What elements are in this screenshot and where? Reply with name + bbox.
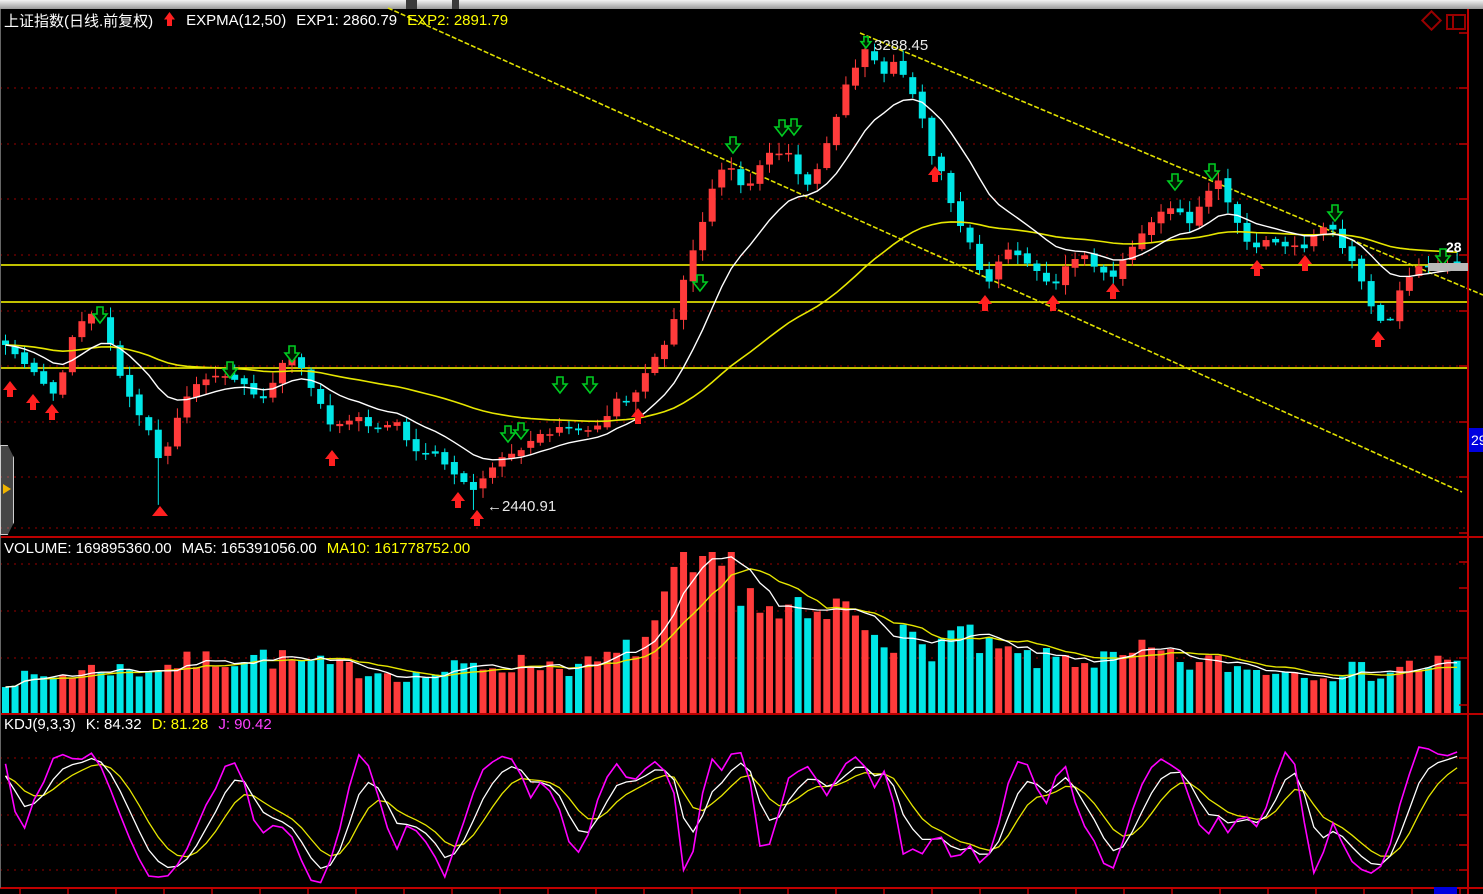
current-price-marker: [1428, 263, 1468, 271]
sell-signal-arrow: [501, 426, 515, 442]
trading-app-window: 上证指数(日线.前复权) EXPMA(12,50) EXP1: 2860.79 …: [0, 0, 1483, 894]
expma-layer: [6, 99, 1458, 459]
buy-signal-arrow: [1371, 331, 1385, 347]
sell-signal-arrow: [1328, 205, 1342, 221]
buy-signal-arrow: [1298, 255, 1312, 271]
kdj-label: KDJ(9,3,3): [4, 716, 76, 733]
sell-signal-arrow: [861, 37, 871, 48]
volume-layer: [2, 543, 1461, 713]
buy-signal-arrow: [451, 492, 465, 508]
kdj-k-value: K: 84.32: [86, 716, 142, 733]
exp1-value: EXP1: 2860.79: [296, 12, 397, 29]
volume-header: VOLUME: 169895360.00 MA5: 165391056.00 M…: [4, 540, 470, 557]
reference-lines-layer: [0, 8, 1483, 492]
sell-signal-arrow: [553, 377, 567, 393]
exp2-value: EXP2: 2891.79: [407, 12, 508, 29]
main-chart-header: 上证指数(日线.前复权) EXPMA(12,50) EXP1: 2860.79 …: [4, 10, 508, 31]
signals-layer: [3, 37, 1450, 526]
grid-layer: [0, 88, 1468, 870]
volume-value: VOLUME: 169895360.00: [4, 540, 172, 557]
volume-ma10-value: MA10: 161778752.00: [327, 540, 470, 557]
sell-signal-arrow: [583, 377, 597, 393]
buy-signal-arrow: [1046, 295, 1060, 311]
kdj-header: KDJ(9,3,3) K: 84.32 D: 81.28 J: 90.42: [4, 716, 272, 733]
axis-price-tag: 29: [1469, 428, 1483, 452]
kdj-d-value: D: 81.28: [152, 716, 209, 733]
volume-ma5-value: MA5: 165391056.00: [182, 540, 317, 557]
expander-arrow-icon: [3, 484, 11, 494]
axes-layer: [0, 9, 1483, 894]
buy-signal-arrow: [470, 510, 484, 526]
sell-signal-arrow: [726, 137, 740, 153]
symbol-title: 上证指数(日线.前复权): [4, 10, 153, 31]
split-window-icon[interactable]: [1446, 14, 1466, 30]
up-arrow-icon: [163, 11, 176, 31]
scrollbar-fragment[interactable]: [1434, 887, 1457, 894]
sell-signal-arrow: [514, 423, 528, 439]
buy-signal-arrow: [3, 381, 17, 397]
sell-signal-arrow: [285, 346, 299, 362]
buy-triangle-marker: [152, 506, 168, 516]
peak-price-annotation: 3288.45: [874, 37, 928, 54]
sell-signal-arrow: [93, 307, 107, 323]
buy-signal-arrow: [26, 394, 40, 410]
sell-signal-arrow: [1205, 164, 1219, 180]
sell-signal-arrow: [787, 119, 801, 135]
buy-signal-arrow: [1106, 283, 1120, 299]
sell-signal-arrow: [1168, 174, 1182, 190]
kdj-j-value: J: 90.42: [218, 716, 271, 733]
chart-canvas[interactable]: [0, 0, 1483, 894]
panel-expander-handle[interactable]: [0, 445, 14, 535]
buy-signal-arrow: [325, 450, 339, 466]
indicator-label: EXPMA(12,50): [186, 12, 286, 29]
candles-layer: [2, 38, 1461, 510]
split-window-icon-divider: [1452, 16, 1454, 28]
buy-signal-arrow: [45, 404, 59, 420]
buy-signal-arrow: [978, 295, 992, 311]
sell-signal-arrow: [775, 120, 789, 136]
clipped-price-annotation: 28: [1446, 239, 1462, 255]
buy-signal-arrow: [1250, 260, 1264, 276]
low-price-annotation: ←2440.91: [487, 498, 556, 515]
